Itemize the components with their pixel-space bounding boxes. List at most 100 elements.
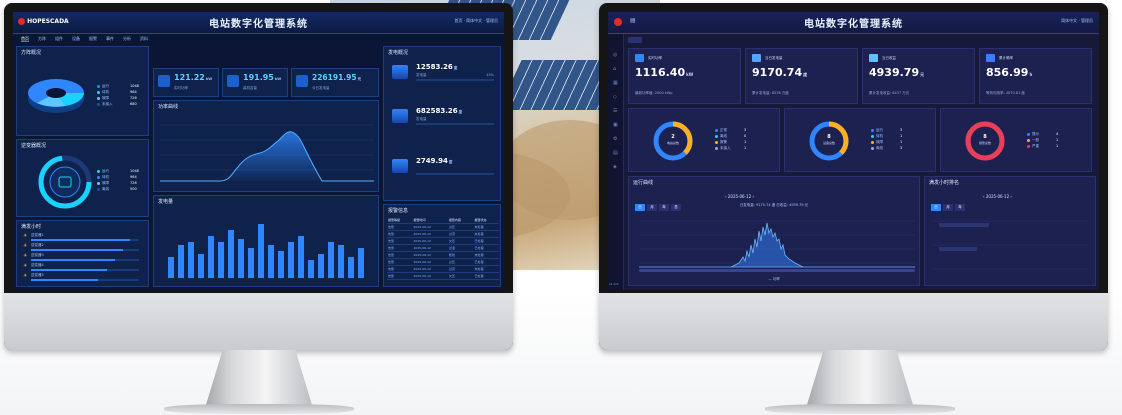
alarm-row[interactable]: 告警 2025-06-12 过流 未处理 xyxy=(387,230,499,238)
energy-bar xyxy=(188,242,194,278)
menu-toggle-icon[interactable]: ▤ xyxy=(630,17,636,24)
side-rail: ◎ ⌂ ▦ ◇ ☰ ▣ ⚙ ▤ ◈ v1.0.0 xyxy=(608,34,624,290)
alarm-row[interactable]: 告警 2025-06-12 断线 未处理 xyxy=(387,251,499,259)
alarm-cell: 已处理 xyxy=(473,258,499,266)
power-curve-panel: 功率曲线 xyxy=(153,100,379,192)
legend-item: 未接入 680 xyxy=(97,101,139,107)
donut-center-label: 电站总数 xyxy=(666,141,679,145)
pie-hole xyxy=(46,88,66,98)
alarm-row[interactable]: 告警 2025-06-12 过压 已处理 xyxy=(387,258,499,266)
legend-item: 严重 1 xyxy=(1027,143,1058,149)
kpi-sub: 累计发电量: 8536 万度 xyxy=(752,91,789,95)
donut-legend: 提示 4 一般 1 严重 1 xyxy=(1027,131,1058,149)
hours-label: 逆变器2 xyxy=(31,243,44,247)
tab-chip[interactable] xyxy=(628,37,642,43)
panel-title: 满发小时 xyxy=(21,224,42,230)
alarm-cell: 2025-06-12 xyxy=(412,265,448,273)
gen-icon xyxy=(392,109,408,123)
nav-item-2[interactable]: 组件 xyxy=(55,36,63,41)
legend-dot xyxy=(871,140,874,144)
rail-icons[interactable]: ◎ ⌂ ▦ ◇ ☰ ▣ ⚙ ▤ ◈ xyxy=(613,48,618,174)
date-picker[interactable]: ‹ 2025-06-12 › xyxy=(983,194,1012,199)
alarm-cell: 未处理 xyxy=(473,265,499,273)
alarm-cell: 过流 xyxy=(447,265,474,273)
legend-dot xyxy=(871,134,874,138)
zoom-slider[interactable] xyxy=(639,269,915,272)
energy-bar xyxy=(338,245,344,278)
header-actions[interactable]: 简体中文 · 管理员 xyxy=(1061,18,1093,24)
legend-value: 3 xyxy=(744,128,747,132)
kpi-unit: 元 xyxy=(920,72,925,77)
legend-value: 964 xyxy=(130,175,137,179)
legend-value: 1 xyxy=(1056,144,1059,148)
alarm-panel: 报警信息 报警等级 报警时间 报警内容 报警状态 告警 2025-06-12 过压 未处理 告警… xyxy=(383,204,501,287)
inverter-ring-chart xyxy=(38,155,92,209)
energy-bar xyxy=(258,224,264,278)
nav-item-7[interactable]: 资料 xyxy=(140,36,148,41)
legend-dot xyxy=(97,175,100,179)
donut-legend: 正常 3 离线 0 报警 1 未接入 1 xyxy=(715,127,746,151)
legend-value: 1 xyxy=(900,140,903,144)
sun-icon: ☀ xyxy=(23,273,28,279)
curve-summary: 日发电量: 9170.74 度 日收益: 4939.79 元 xyxy=(739,203,809,207)
energy-bar xyxy=(228,230,234,278)
legend-label: 离线 xyxy=(102,187,109,191)
panel-title: 运行曲线 xyxy=(633,180,654,186)
kpi-icon xyxy=(986,54,995,62)
nav-item-5[interactable]: 事件 xyxy=(106,36,114,41)
header-actions[interactable]: 首页 · 简体中文 · 管理员 xyxy=(454,18,498,24)
legend-value: 3 xyxy=(900,146,903,150)
nav-item-0[interactable]: 首页 xyxy=(21,36,29,42)
kpi-value: 4939.79元 xyxy=(869,66,925,79)
curve-legend: — 功率 xyxy=(768,277,780,281)
hours-row: ☀ 逆变器3 xyxy=(23,253,145,263)
energy-bar xyxy=(268,245,274,278)
left-monitor: HOPESCADA 电站数字化管理系统 首页 · 简体中文 · 管理员 首页 方阵… xyxy=(4,3,513,350)
alarm-row[interactable]: 告警 2025-06-12 过流 未处理 xyxy=(387,265,499,273)
hours-fill xyxy=(31,279,98,281)
donut-card: 8 报警总数 提示 4 一般 1 严重 1 xyxy=(940,108,1092,172)
nav-item-3[interactable]: 设备 xyxy=(72,36,80,41)
hours-rank-panel: 满发小时排名 日月年 ‹ 2025-06-12 › xyxy=(924,176,1096,286)
gen-value: 2749.94度 xyxy=(416,157,453,165)
legend-value: 500 xyxy=(130,187,137,191)
date-value: 2025-06-12 xyxy=(985,194,1010,199)
hours-label: 逆变器1 xyxy=(31,233,44,237)
energy-bar xyxy=(308,260,314,278)
kpi-value: 1116.40kW xyxy=(635,66,694,79)
donut-center-value: 2 xyxy=(671,134,675,140)
alarm-row[interactable]: 告警 2025-06-12 过压 未处理 xyxy=(387,223,499,231)
rank-bar xyxy=(939,223,989,227)
alarm-cell: 断线 xyxy=(447,251,474,259)
energy-bar-chart xyxy=(168,214,368,278)
energy-bar xyxy=(178,245,184,278)
legend-dot xyxy=(97,181,100,185)
alarm-table: 报警等级 报警时间 报警内容 报警状态 告警 2025-06-12 过压 未处理 告警 2025-… xyxy=(387,217,499,280)
legend-value: 1048 xyxy=(130,84,139,88)
kpi-icon xyxy=(869,54,878,62)
alarm-cell: 过压 xyxy=(447,223,474,231)
right-monitor-stand xyxy=(805,350,915,410)
kpi-card: 当日发电量 9170.74度 累计发电量: 8536 万度 xyxy=(745,48,858,104)
logo[interactable]: HOPESCADA xyxy=(18,18,69,25)
date-picker[interactable]: ‹ 2025-06-12 › xyxy=(725,194,754,199)
right-monitor: ▤ 电站数字化管理系统 简体中文 · 管理员 ◎ ⌂ ▦ ◇ ☰ ▣ ⚙ ▤ ◈ v1.0.0 … xyxy=(599,3,1108,350)
hours-row: ☀ 逆变器4 xyxy=(23,263,145,273)
alarm-row[interactable]: 告警 2025-06-12 过温 已处理 xyxy=(387,244,499,252)
alarm-cell: 欠压 xyxy=(447,237,474,245)
alarm-row[interactable]: 告警 2025-06-12 欠压 已处理 xyxy=(387,237,499,245)
logo-icon[interactable] xyxy=(614,18,622,26)
monitor-chin xyxy=(599,293,1108,350)
donut-card: 2 电站总数 正常 3 离线 0 报警 1 未接入 1 xyxy=(628,108,780,172)
nav-item-1[interactable]: 方阵 xyxy=(38,36,46,41)
energy-bar xyxy=(198,254,204,278)
alarm-cell: 过流 xyxy=(447,230,474,238)
energy-bar xyxy=(358,248,364,278)
nav-item-4[interactable]: 报警 xyxy=(89,36,97,41)
nav-item-6[interactable]: 分析 xyxy=(123,36,131,41)
alarm-cell: 2025-06-12 xyxy=(412,230,448,238)
kpi-value: 121.22kW xyxy=(174,73,213,82)
donut-center-label: 设备总数 xyxy=(822,141,835,145)
alarm-row[interactable]: 告警 2025-06-12 欠压 已处理 xyxy=(387,272,499,280)
kpi-value: 226191.95元 xyxy=(312,73,362,82)
